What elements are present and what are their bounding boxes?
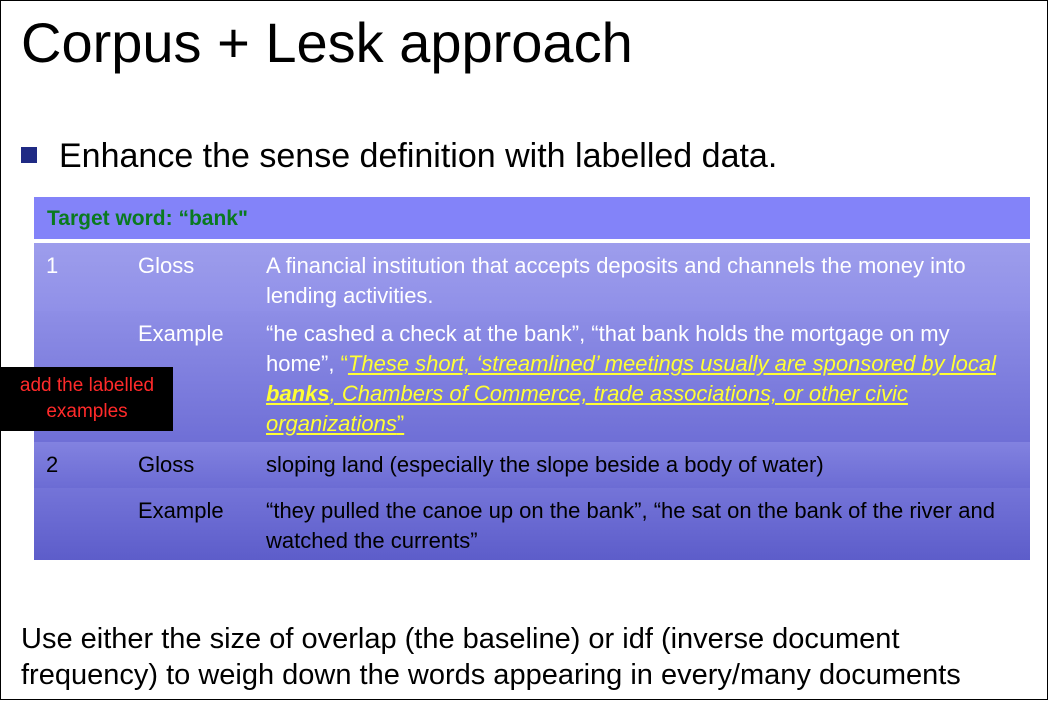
entry-type: Gloss xyxy=(138,253,195,278)
example-text: “they pulled the canoe up on the bank”, … xyxy=(266,498,995,553)
quote-open: “ xyxy=(340,351,348,376)
table-header: Target word: “bank" xyxy=(34,197,1030,243)
table-row: Example “he cashed a check at the bank”,… xyxy=(34,311,1030,442)
labelled-example-bold: banks xyxy=(266,381,330,406)
example-text: “he cashed a check at the bank”, “that b… xyxy=(266,319,1021,439)
slide: Corpus + Lesk approach Enhance the sense… xyxy=(0,0,1048,700)
bullet-text: Enhance the sense definition with labell… xyxy=(59,137,778,175)
entry-type: Example xyxy=(138,321,224,346)
labelled-example-part1: These short, ‘streamlined’ meetings usua… xyxy=(347,351,997,376)
gloss-text: sloping land (especially the slope besid… xyxy=(266,452,824,477)
labelled-example-part2: , Chambers of Commerce, trade associatio… xyxy=(266,381,908,436)
table-row: Example “they pulled the canoe up on the… xyxy=(34,488,1030,560)
annotation-callout: add the labelled examples xyxy=(1,367,173,431)
table-row: 2 Gloss sloping land (especially the slo… xyxy=(34,442,1030,488)
table-row: 1 Gloss A financial institution that acc… xyxy=(34,243,1030,311)
quote-close: ” xyxy=(396,411,405,436)
sense-number: 1 xyxy=(46,253,59,278)
entry-type: Gloss xyxy=(138,452,195,477)
entry-type: Example xyxy=(138,498,224,523)
square-bullet-icon xyxy=(21,147,37,164)
bullet-point: Enhance the sense definition with labell… xyxy=(21,135,777,177)
sense-number: 2 xyxy=(46,452,59,477)
gloss-text: A financial institution that accepts dep… xyxy=(266,253,966,308)
sense-table: Target word: “bank" 1 Gloss A financial … xyxy=(34,197,1030,564)
target-word-label: Target word: “bank" xyxy=(47,207,248,230)
footer-text: Use either the size of overlap (the base… xyxy=(21,623,961,691)
slide-title: Corpus + Lesk approach xyxy=(21,11,633,74)
